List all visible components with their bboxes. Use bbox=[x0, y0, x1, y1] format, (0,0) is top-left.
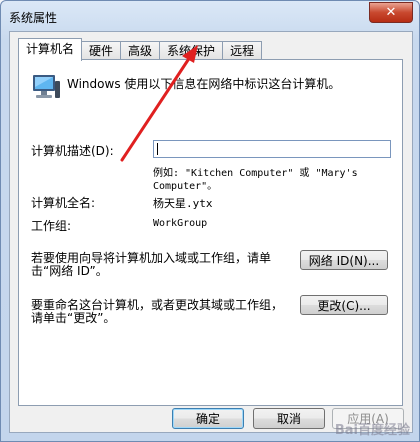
workgroup-value: WorkGroup bbox=[153, 218, 208, 229]
tab-system-protection[interactable]: 系统保护 bbox=[159, 41, 224, 60]
computer-icon bbox=[33, 75, 60, 98]
description-label: 计算机描述(D): bbox=[31, 144, 114, 158]
example-text-line-2: Computer"。 bbox=[153, 181, 218, 192]
workgroup-label: 工作组: bbox=[31, 219, 72, 233]
network-id-button[interactable]: 网络 ID(N)... bbox=[300, 250, 388, 270]
tab-hardware[interactable]: 硬件 bbox=[81, 41, 122, 60]
window-title: 系统属性 bbox=[9, 11, 58, 25]
title-bar[interactable]: 系统属性 ✕ bbox=[1, 1, 419, 31]
text-caret bbox=[157, 143, 158, 155]
full-name-label: 计算机全名: bbox=[31, 196, 96, 210]
tab-remote[interactable]: 远程 bbox=[222, 41, 263, 60]
network-id-text-line-2: 击“网络 ID”。 bbox=[31, 264, 108, 278]
computer-description-input[interactable] bbox=[153, 140, 391, 158]
close-icon: ✕ bbox=[385, 5, 397, 20]
computer-name-panel: Windows 使用以下信息在网络中标识这台计算机。 计算机描述(D): 例如:… bbox=[18, 59, 403, 406]
watermark-logo: Bai百度经验 bbox=[334, 423, 410, 438]
intro-text: Windows 使用以下信息在网络中标识这台计算机。 bbox=[67, 77, 341, 91]
tab-strip: 计算机名 硬件 高级 系统保护 远程 bbox=[18, 38, 263, 61]
tab-computer-name[interactable]: 计算机名 bbox=[18, 38, 83, 61]
system-properties-window: 系统属性 ✕ 计算机名 硬件 高级 系统保护 远程 Windows 使用以下信息… bbox=[0, 0, 420, 442]
rename-text-line-2: 请单击“更改”。 bbox=[31, 311, 116, 325]
ok-button[interactable]: 确定 bbox=[172, 408, 244, 429]
close-button[interactable]: ✕ bbox=[369, 2, 413, 23]
full-name-value: 杨天星.ytx bbox=[153, 197, 213, 210]
cancel-button[interactable]: 取消 bbox=[253, 408, 325, 429]
dialog-client-area: 计算机名 硬件 高级 系统保护 远程 Windows 使用以下信息在网络中标识这… bbox=[9, 31, 413, 433]
change-button[interactable]: 更改(C)... bbox=[300, 295, 388, 315]
tab-advanced[interactable]: 高级 bbox=[120, 41, 161, 60]
